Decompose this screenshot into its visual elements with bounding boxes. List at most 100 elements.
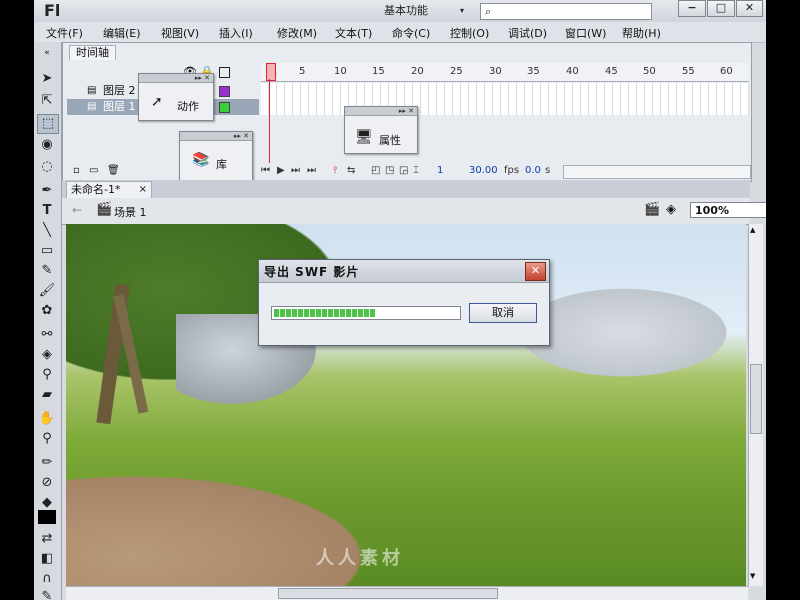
menu-commands[interactable]: 命令(C) [392, 25, 430, 41]
dialog-close-button[interactable]: ✕ [525, 262, 546, 281]
playhead[interactable] [266, 63, 276, 81]
outline-icon[interactable] [219, 67, 230, 78]
scroll-up-icon[interactable]: ▲ [750, 226, 755, 234]
chevron-down-icon: ▾ [459, 6, 464, 15]
edit-symbols-icon[interactable]: ◈ [666, 202, 676, 217]
horizontal-scroll-thumb[interactable] [278, 588, 498, 599]
maximize-button[interactable]: □ [707, 0, 735, 17]
stage-horizontal-scrollbar[interactable] [66, 586, 748, 600]
cancel-button[interactable]: 取消 [469, 303, 537, 323]
frame-number: 35 [527, 66, 540, 77]
actions-icon: ➚ [151, 94, 163, 110]
pen-tool-icon[interactable]: ✒ [37, 182, 57, 200]
menu-insert[interactable]: 插入(I) [219, 25, 253, 41]
fill-color-swatch[interactable] [38, 510, 56, 524]
lasso-tool-icon[interactable]: ◌ [37, 158, 57, 176]
zoom-tool-icon[interactable]: ⚲ [37, 430, 57, 448]
snap-to-objects-icon[interactable]: ∩ [37, 570, 57, 588]
watermark-text: 人人素材 [316, 548, 404, 569]
close-window-button[interactable]: ✕ [736, 0, 763, 17]
bone-tool-icon[interactable]: ⚯ [37, 326, 57, 344]
line-tool-icon[interactable]: ╲ [37, 222, 57, 240]
menu-modify[interactable]: 修改(M) [277, 25, 317, 41]
new-layer-icon[interactable]: ▫ [73, 165, 80, 176]
menu-text[interactable]: 文本(T) [335, 25, 372, 41]
close-tab-icon[interactable]: × [139, 182, 147, 198]
rectangle-tool-icon[interactable]: ▭ [37, 242, 57, 260]
paint-bucket-tool-icon[interactable]: ◈ [37, 346, 57, 364]
panel-header[interactable]: ▸▸ ✕ [345, 107, 417, 116]
stage-vertical-scrollbar[interactable]: ▲ ▼ [748, 224, 763, 586]
edit-multiple-frames-icon[interactable]: ◲ [399, 165, 408, 176]
menu-help[interactable]: 帮助(H) [622, 25, 661, 41]
first-frame-icon[interactable]: ⏮ [261, 165, 270, 176]
play-icon[interactable]: ▶ [277, 165, 285, 176]
center-frame-icon[interactable]: ⫯ [333, 165, 337, 176]
edit-scene-icon[interactable]: 🎬 [644, 202, 660, 217]
minimize-button[interactable]: − [678, 0, 706, 17]
eraser-tool-icon[interactable]: ▰ [37, 386, 57, 404]
panel-header[interactable]: ▸▸ ✕ [180, 132, 252, 141]
fps-value[interactable]: 30.00 [469, 165, 498, 176]
default-colors-icon[interactable]: ◧ [37, 550, 57, 568]
frame-number: 20 [411, 66, 424, 77]
3d-rotation-tool-icon[interactable]: ◉ [37, 136, 57, 154]
stroke-color-icon[interactable]: ✏ [37, 454, 57, 472]
document-tab[interactable]: 未命名-1* × [66, 181, 152, 198]
selection-tool-icon[interactable]: ➤ [37, 70, 57, 88]
scroll-down-icon[interactable]: ▼ [750, 572, 755, 580]
modify-markers-icon[interactable]: ⌶ [413, 165, 419, 176]
properties-panel[interactable]: ▸▸ ✕ 🖥 属性 [344, 106, 418, 154]
frame-number: 40 [566, 66, 579, 77]
menu-debug[interactable]: 调试(D) [508, 25, 547, 41]
onion-outline-icon[interactable]: ◳ [385, 165, 394, 176]
deco-tool-icon[interactable]: ✿ [37, 302, 57, 320]
elapsed-value[interactable]: 0.0 [525, 165, 541, 176]
text-tool-icon[interactable]: T [37, 202, 57, 220]
collapse-icon[interactable]: « [37, 44, 57, 62]
workspace-switcher[interactable]: 基本功能 ▾ [384, 3, 468, 19]
timeline-scrollbar[interactable] [563, 165, 751, 179]
eyedropper-tool-icon[interactable]: ⚲ [37, 366, 57, 384]
menu-control[interactable]: 控制(O) [450, 25, 489, 41]
last-frame-icon[interactable]: ⏭ [307, 165, 316, 176]
subselection-tool-icon[interactable]: ⇱ [37, 92, 57, 110]
loop-icon[interactable]: ⇆ [347, 165, 355, 176]
fps-unit: fps [504, 165, 520, 176]
current-frame-value[interactable]: 1 [437, 165, 443, 176]
workspace-label: 基本功能 [384, 4, 428, 17]
menu-view[interactable]: 视图(V) [161, 25, 199, 41]
menu-edit[interactable]: 编辑(E) [103, 25, 141, 41]
frame-ruler[interactable]: 1 5 10 15 20 25 30 35 40 45 50 55 60 [261, 63, 749, 82]
new-folder-icon[interactable]: ▭ [89, 165, 98, 176]
menu-window[interactable]: 窗口(W) [565, 25, 606, 41]
frame-number: 5 [299, 66, 306, 77]
hand-tool-icon[interactable]: ✋ [37, 410, 57, 428]
scene-label[interactable]: 场景 1 [114, 204, 147, 220]
frame-number: 50 [643, 66, 656, 77]
document-title: 未命名-1* [71, 183, 121, 196]
frame-number: 10 [334, 66, 347, 77]
smooth-icon[interactable]: ✎ [37, 588, 57, 600]
frame-grid[interactable] [261, 83, 749, 115]
help-search-input[interactable]: ⌕ [480, 3, 652, 20]
next-frame-icon[interactable]: ⏭ [291, 165, 300, 176]
library-panel[interactable]: ▸▸ ✕ 📚 库 [179, 131, 253, 181]
vertical-scroll-thumb[interactable] [750, 364, 762, 434]
delete-layer-icon[interactable]: 🗑 [107, 165, 120, 176]
back-arrow-icon[interactable]: ← [72, 203, 82, 217]
onion-skin-icon[interactable]: ◰ [371, 165, 380, 176]
zoom-select[interactable]: 100% ▼ [690, 202, 766, 218]
pencil-tool-icon[interactable]: ✎ [37, 262, 57, 280]
free-transform-tool-icon[interactable]: ⬚ [37, 114, 59, 134]
dialog-title-bar[interactable]: 导出 SWF 影片 ✕ [259, 260, 549, 283]
menu-file[interactable]: 文件(F) [46, 25, 83, 41]
swap-colors-icon[interactable]: ⇄ [37, 530, 57, 548]
elapsed-unit: s [545, 165, 551, 176]
frame-number: 60 [720, 66, 733, 77]
no-color-swatch-icon[interactable]: ⊘ [37, 474, 57, 492]
brush-tool-icon[interactable]: 🖌 [37, 282, 57, 300]
panel-header[interactable]: ▸▸ ✕ [139, 74, 213, 83]
actions-panel[interactable]: ▸▸ ✕ ➚ 动作 [138, 73, 214, 121]
tab-timeline[interactable]: 时间轴 [69, 45, 116, 60]
